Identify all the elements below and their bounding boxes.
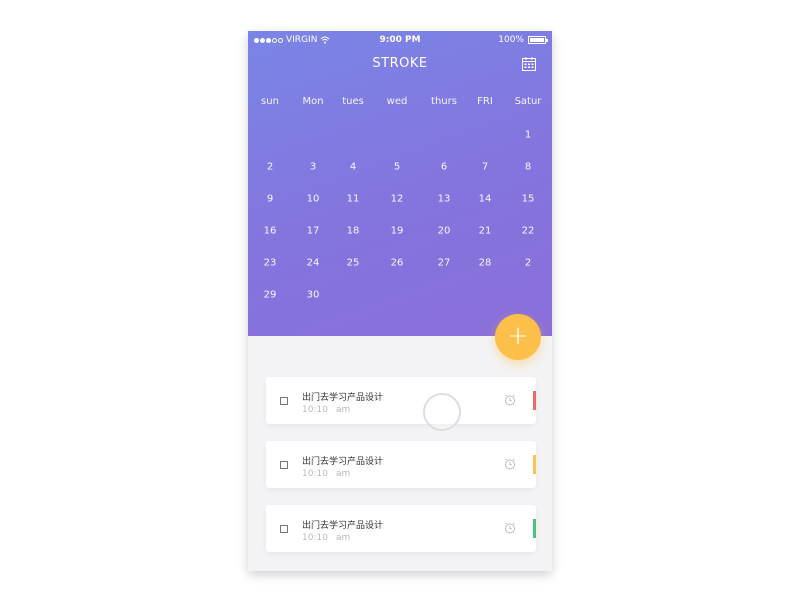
task-card[interactable]: 出门去学习产品设计 10:10 am — [266, 441, 536, 488]
calendar-day[interactable]: 18 — [347, 226, 360, 237]
calendar-day[interactable]: 15 — [522, 194, 535, 205]
priority-stripe — [533, 391, 536, 410]
calendar-day[interactable]: 1 — [525, 130, 531, 141]
calendar-day[interactable]: 11 — [347, 194, 360, 205]
task-time: 10:10 am — [302, 533, 350, 543]
task-ampm: am — [335, 469, 351, 479]
task-time-value: 10:10 — [302, 405, 328, 415]
calendar-day[interactable]: 10 — [307, 194, 320, 205]
touch-indicator — [423, 393, 461, 431]
task-time: 10:10 am — [302, 405, 350, 415]
alarm-clock-icon[interactable] — [504, 522, 516, 534]
calendar-day[interactable]: 16 — [264, 226, 277, 237]
task-checkbox[interactable] — [280, 397, 288, 405]
calendar-day[interactable]: 7 — [482, 162, 488, 173]
task-ampm: am — [335, 533, 351, 543]
calendar-day[interactable]: 24 — [307, 258, 320, 269]
calendar-day[interactable]: 20 — [438, 226, 451, 237]
phone-screen: VIRGIN 9:00 PM 100% STROKE sun Mon tues … — [248, 31, 552, 571]
calendar-day[interactable]: 27 — [438, 258, 451, 269]
priority-stripe — [533, 455, 536, 474]
calendar-day[interactable]: 26 — [391, 258, 404, 269]
calendar-day[interactable]: 2 — [267, 162, 273, 173]
calendar-day[interactable]: 5 — [394, 162, 400, 173]
calendar-day[interactable]: 2 — [525, 258, 531, 269]
calendar-day[interactable]: 19 — [391, 226, 404, 237]
calendar-day[interactable]: 21 — [479, 226, 492, 237]
add-task-button[interactable]: + — [495, 314, 541, 360]
task-time-value: 10:10 — [302, 469, 328, 479]
calendar-day[interactable]: 14 — [479, 194, 492, 205]
calendar-day[interactable]: 25 — [347, 258, 360, 269]
calendar-day[interactable]: 23 — [264, 258, 277, 269]
task-title: 出门去学习产品设计 — [302, 393, 384, 403]
task-time: 10:10 am — [302, 469, 350, 479]
alarm-clock-icon[interactable] — [504, 458, 516, 470]
calendar-day[interactable]: 4 — [350, 162, 356, 173]
task-card[interactable]: 出门去学习产品设计 10:10 am — [266, 377, 536, 424]
task-time-value: 10:10 — [302, 533, 328, 543]
task-checkbox[interactable] — [280, 461, 288, 469]
calendar-header: VIRGIN 9:00 PM 100% STROKE sun Mon tues … — [248, 31, 552, 336]
calendar-grid: 1 2 3 4 5 6 7 8 9 10 11 12 13 14 15 16 17 18 19 20 21 22 23 24 2… — [248, 31, 552, 336]
calendar-day[interactable]: 17 — [307, 226, 320, 237]
calendar-day[interactable]: 9 — [267, 194, 273, 205]
calendar-day[interactable]: 28 — [479, 258, 492, 269]
task-ampm: am — [335, 405, 351, 415]
calendar-day[interactable]: 6 — [441, 162, 447, 173]
calendar-day[interactable]: 13 — [438, 194, 451, 205]
calendar-day[interactable]: 3 — [310, 162, 316, 173]
calendar-day[interactable]: 22 — [522, 226, 535, 237]
alarm-clock-icon[interactable] — [504, 394, 516, 406]
task-title: 出门去学习产品设计 — [302, 521, 384, 531]
task-title: 出门去学习产品设计 — [302, 457, 384, 467]
calendar-day[interactable]: 29 — [264, 290, 277, 301]
calendar-day[interactable]: 30 — [307, 290, 320, 301]
calendar-day[interactable]: 8 — [525, 162, 531, 173]
calendar-day[interactable]: 12 — [391, 194, 404, 205]
task-card[interactable]: 出门去学习产品设计 10:10 am — [266, 505, 536, 552]
task-checkbox[interactable] — [280, 525, 288, 533]
priority-stripe — [533, 519, 536, 538]
